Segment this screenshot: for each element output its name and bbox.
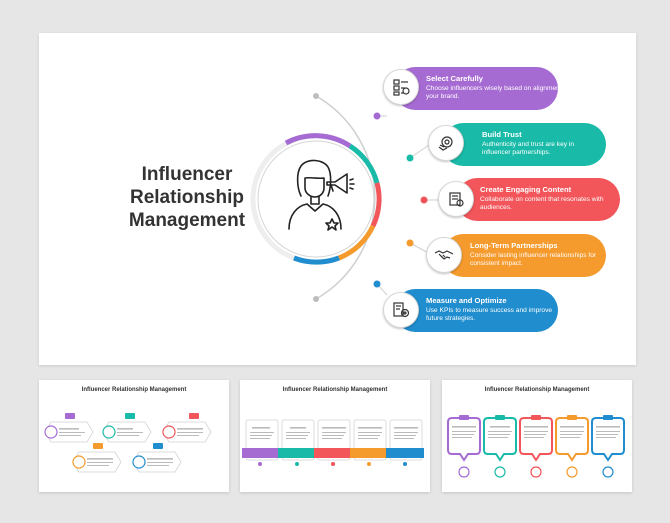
main-slide: Influencer Relationship Management Selec… — [39, 33, 636, 365]
item-desc: Authenticity and trust are key in influe… — [482, 141, 574, 157]
slide-thumbnail-3[interactable]: Influencer Relationship Management — [442, 380, 632, 492]
item-desc: Use KPIs to measure success and improve … — [426, 307, 553, 323]
arc-end-top — [313, 93, 319, 99]
thumb-2-graphic — [242, 419, 424, 466]
item-title: Build Trust — [482, 130, 522, 139]
item-create-engaging-content: Create Engaging Content Collaborate on c… — [456, 178, 620, 221]
page-title: Influencer Relationship Management — [128, 164, 246, 231]
checklist-icon — [383, 69, 419, 105]
arc-dot-2 — [406, 154, 414, 162]
slide-thumbnail-1[interactable]: Influencer Relationship Management — [39, 380, 229, 492]
hub-inner — [257, 140, 375, 258]
item-desc: Consider lasting influencer relationship… — [470, 252, 597, 268]
kpi-gear-icon — [383, 292, 419, 328]
item-title: Create Engaging Content — [480, 185, 572, 194]
arc-dot-5 — [373, 280, 381, 288]
item-title: Long-Term Partnerships — [470, 241, 558, 250]
item-desc: Collaborate on content that resonates wi… — [480, 196, 604, 212]
hub-seg-blue — [293, 255, 340, 265]
item-title: Select Carefully — [426, 74, 483, 83]
thumb-3-graphic — [447, 415, 625, 478]
handshake-gear-icon — [428, 125, 464, 161]
arc-end-bottom — [313, 296, 319, 302]
handshake-icon — [426, 237, 462, 273]
arc-dot-3 — [420, 196, 428, 204]
item-desc: Choose influencers wisely based on align… — [426, 85, 576, 101]
item-build-trust: Build Trust Authenticity and trust are k… — [442, 123, 606, 166]
item-long-term-partnerships: Long-Term Partnerships Consider lasting … — [442, 234, 606, 277]
arc-dot-1 — [373, 112, 381, 120]
slide-thumbnail-2[interactable]: Influencer Relationship Management — [240, 380, 430, 492]
item-title: Measure and Optimize — [426, 296, 507, 305]
arc-dot-4 — [406, 239, 414, 247]
content-icon — [438, 181, 474, 217]
thumb-1-graphic — [44, 413, 212, 473]
